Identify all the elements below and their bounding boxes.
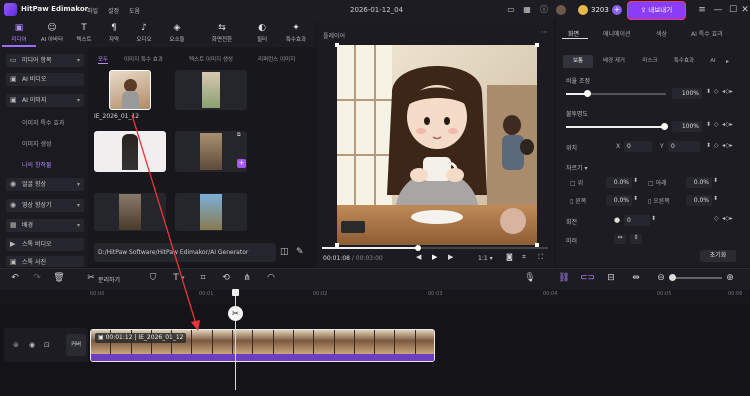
annotation-arrow-line	[131, 114, 197, 325]
annotation-arrow-head	[191, 320, 200, 331]
annotation-arrow	[131, 114, 200, 331]
